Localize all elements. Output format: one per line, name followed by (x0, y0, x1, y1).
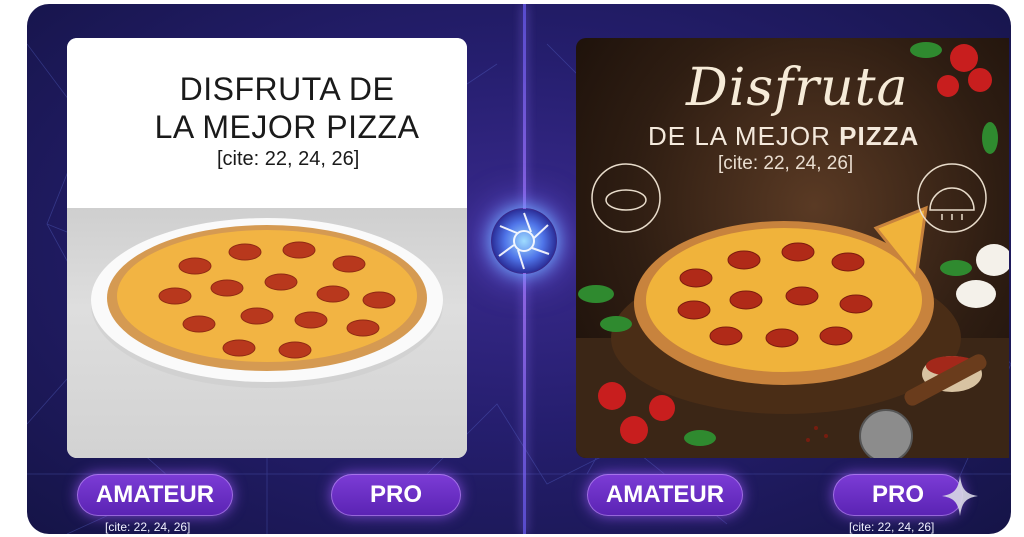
aperture-logo-icon (492, 209, 556, 273)
left-pro-button[interactable]: PRO (331, 474, 461, 516)
pro-title-script: Disfruta (686, 58, 909, 118)
amateur-pizza-image (91, 218, 443, 388)
comparison-frame: DISFRUTA DE LA MEJOR PIZZA [cite: 22, 24… (27, 4, 1011, 534)
amateur-title-line2: LA MEJOR PIZZA (154, 109, 420, 145)
amateur-title-line1: DISFRUTA DE (179, 71, 395, 107)
amateur-title: DISFRUTA DE LA MEJOR PIZZA (137, 70, 437, 146)
pro-preview-card: Disfruta DE LA MEJOR PIZZA [cite: 22, 24… (576, 38, 1009, 458)
sparkle-icon (942, 476, 978, 516)
pro-title-sub-prefix: DE LA MEJOR (648, 121, 840, 151)
pro-cite: [cite: 22, 24, 26] (718, 153, 854, 174)
pro-title-sub: DE LA MEJOR PIZZA (648, 121, 919, 152)
pizza-oven-icon (917, 163, 987, 233)
pizza-dough-icon (591, 163, 661, 233)
right-amateur-button[interactable]: AMATEUR (587, 474, 743, 516)
left-amateur-button[interactable]: AMATEUR (77, 474, 233, 516)
amateur-cite: [cite: 22, 24, 26] (217, 148, 360, 170)
left-footer-cite: [cite: 22, 24, 26] (105, 520, 191, 534)
right-footer-cite: [cite: 22, 24, 26] (849, 520, 935, 534)
pro-title-sub-bold: PIZZA (839, 121, 920, 151)
amateur-preview-card: DISFRUTA DE LA MEJOR PIZZA [cite: 22, 24… (67, 38, 467, 458)
